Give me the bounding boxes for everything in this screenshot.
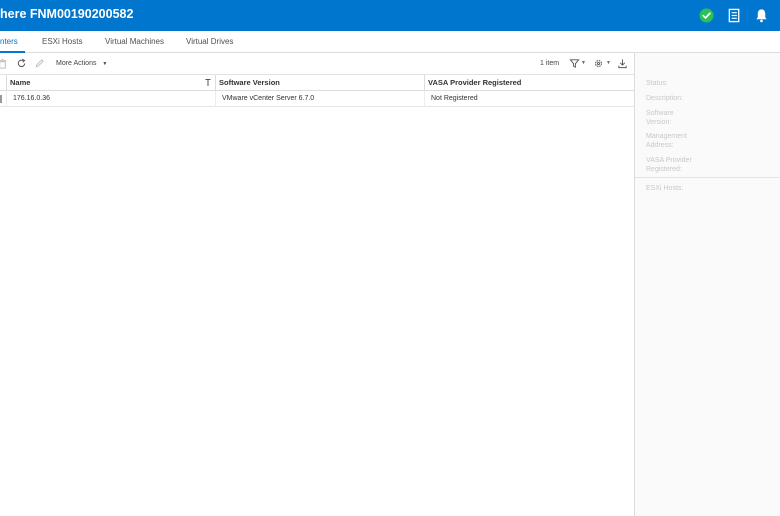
more-actions-label: More Actions <box>56 60 97 67</box>
column-divider[interactable] <box>215 75 216 91</box>
management-address-label-line2: Address: <box>646 142 674 149</box>
column-header-name[interactable]: Name <box>10 78 30 87</box>
column-divider <box>6 75 7 91</box>
cell-vasa-provider: Not Registered <box>431 95 478 102</box>
download-icon[interactable] <box>617 58 628 69</box>
tab-vcenters[interactable]: nters <box>0 37 18 46</box>
toolbar: More Actions ▼ 1 item ▼ ▼ <box>0 53 634 75</box>
description-label: Description: <box>646 95 683 102</box>
vasa-provider-label-line1: VASA Provider <box>646 157 692 164</box>
page-title: here FNM00190200582 <box>0 7 134 21</box>
check-circle-icon[interactable] <box>699 8 714 23</box>
tab-bar: nters ESXi Hosts Virtual Machines Virtua… <box>0 31 780 53</box>
edit-icon[interactable] <box>34 58 45 69</box>
cell-software-version: VMware vCenter Server 6.7.0 <box>222 95 315 102</box>
details-panel: Status: Description: Software Version: M… <box>635 53 780 516</box>
cell-name: 176.16.0.36 <box>13 95 50 102</box>
software-version-label-line2: Version: <box>646 119 672 126</box>
delete-icon[interactable] <box>0 58 8 69</box>
panel-divider-line <box>635 177 780 178</box>
bell-icon[interactable] <box>754 8 769 23</box>
column-header-software-version[interactable]: Software Version <box>219 78 280 87</box>
main-content: More Actions ▼ 1 item ▼ ▼ Name Software … <box>0 53 634 516</box>
chevron-down-icon: ▼ <box>102 61 108 67</box>
column-divider[interactable] <box>424 75 425 91</box>
status-label: Status: <box>646 80 668 87</box>
settings-chevron-icon[interactable]: ▼ <box>606 60 611 66</box>
more-actions-button[interactable]: More Actions ▼ <box>56 60 107 67</box>
cell-divider <box>6 91 7 107</box>
column-header-vasa-provider[interactable]: VASA Provider Registered <box>428 78 521 87</box>
filter-chevron-icon[interactable]: ▼ <box>581 60 586 66</box>
table-header: Name Software Version VASA Provider Regi… <box>0 75 634 91</box>
management-address-label-line1: Management <box>646 133 687 140</box>
tab-virtual-machines[interactable]: Virtual Machines <box>105 37 164 46</box>
row-selector[interactable] <box>0 95 2 103</box>
settings-icon[interactable] <box>593 58 604 69</box>
esxi-hosts-label: ESXi Hosts: <box>646 185 684 192</box>
cell-divider <box>215 91 216 107</box>
vasa-provider-label-line2: Registered: <box>646 166 682 173</box>
tab-virtual-drives[interactable]: Virtual Drives <box>186 37 233 46</box>
sort-icon[interactable] <box>204 78 212 87</box>
item-count: 1 item <box>540 60 560 67</box>
filter-icon[interactable] <box>569 58 580 69</box>
tab-esxi-hosts[interactable]: ESXi Hosts <box>42 37 82 46</box>
cell-divider <box>424 91 425 107</box>
software-version-label-line1: Software <box>646 110 674 117</box>
document-icon[interactable] <box>727 8 742 23</box>
table-row[interactable]: 176.16.0.36 VMware vCenter Server 6.7.0 … <box>0 91 634 107</box>
refresh-icon[interactable] <box>16 58 27 69</box>
app-header: here FNM00190200582 <box>0 0 780 31</box>
